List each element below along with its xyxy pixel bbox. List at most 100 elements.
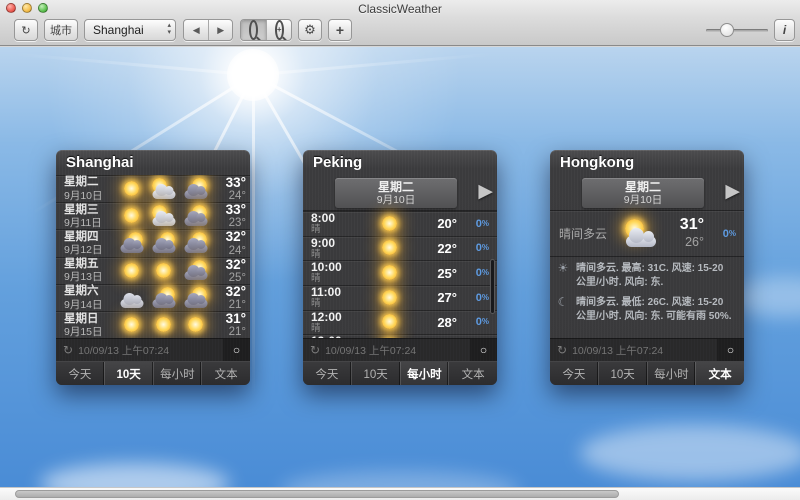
precip-chance: 0% [457,316,491,328]
temp: 28° [421,315,457,330]
temp: 20° [421,216,457,231]
day-label: 星期六9月14日 [64,285,114,310]
titlebar[interactable]: ClassicWeather [0,0,800,16]
daily-forecast-row[interactable]: 星期四9月12日32°24°0% [56,229,250,256]
tab-10天[interactable]: 10天 [598,362,647,385]
tab-文本[interactable]: 文本 [448,362,497,385]
back-icon: ◀ [193,20,200,40]
condition: 晴 [311,324,359,334]
weekday: 星期五 [64,258,114,271]
tab-文本[interactable]: 文本 [201,362,250,385]
high-temp: 31° [214,312,246,326]
vertical-scrollbar-thumb[interactable] [490,259,495,314]
partly-cloudy-icon [618,219,664,249]
tab-今天[interactable]: 今天 [56,362,104,385]
suncloud-dark-icon [180,205,212,228]
day-label: 星期三9月11日 [64,204,114,229]
suncloud-icon [148,178,180,201]
refresh-icon[interactable]: ↻ [557,343,567,357]
time: 9:00 [311,237,359,250]
last-updated: 10/09/13 上午07:24 [325,343,416,358]
horizontal-scrollbar-thumb[interactable] [15,490,619,498]
high-temp: 32° [214,285,246,299]
precip-chance: 40% [246,210,250,222]
day-selector-box[interactable]: 星期二 9月10日 [335,178,457,208]
daily-icons [114,259,214,282]
sun-icon [116,178,148,201]
zoom-out-button[interactable] [241,20,266,40]
tab-每小时[interactable]: 每小时 [647,362,696,385]
sun-icon [374,286,406,309]
tab-文本[interactable]: 文本 [695,362,744,385]
day-selector-box[interactable]: 星期二 9月10日 [582,178,704,208]
forward-icon: ▶ [217,20,224,40]
weather-panel-peking[interactable]: Peking 星期二 9月10日 ▶ 8:00晴20°0%9:00晴22°0%1… [303,150,497,385]
tab-今天[interactable]: 今天 [303,362,351,385]
zoom-in-button[interactable]: + [266,20,291,40]
tab-10天[interactable]: 10天 [104,362,153,385]
daily-icons [114,178,214,201]
weather-panel-shanghai[interactable]: Shanghai 星期二9月10日33°24°50%星期三9月11日 33°23°… [56,150,250,385]
hourly-forecast-row[interactable]: 8:00晴20°0% [303,211,497,236]
horizontal-scrollbar[interactable] [0,487,800,500]
back-button[interactable]: ◀ [184,20,208,40]
cloud [40,463,230,487]
locate-button[interactable]: ○ [717,339,744,361]
refresh-button[interactable]: ↻ [14,19,38,41]
sun-icon [374,262,406,285]
forward-button[interactable]: ▶ [208,20,232,40]
tab-10天[interactable]: 10天 [351,362,400,385]
daily-forecast-row[interactable]: 星期日9月15日31°21°0% [56,311,250,338]
low-temp: 21° [214,326,246,338]
hourly-forecast-row[interactable]: 10:00晴25°0% [303,260,497,285]
city-button[interactable]: 城市 [44,19,78,41]
time-label: 10:00晴 [311,261,359,285]
city-select[interactable]: Shanghai ▴▾ [84,19,176,41]
next-day-icon[interactable]: ▶ [478,180,493,203]
daily-forecast-row[interactable]: 星期三9月11日 33°23°40% [56,202,250,229]
view-tabs: 今天10天每小时文本 [303,361,497,385]
refresh-icon[interactable]: ↻ [310,343,320,357]
popup-arrows-icon: ▴▾ [167,22,171,36]
daily-forecast-row[interactable]: 星期二9月10日33°24°50% [56,175,250,202]
toolbar: ↻ 城市 Shanghai ▴▾ ◀ ▶ + ⚙ + [0,16,800,46]
date: 9月11日 [64,217,114,229]
tab-今天[interactable]: 今天 [550,362,598,385]
sun-icon: ☀ [556,262,570,289]
precip-chance: 50% [246,183,250,195]
opacity-slider[interactable] [706,29,768,32]
tab-每小时[interactable]: 每小时 [153,362,202,385]
hourly-forecast-row[interactable]: 12:00晴28°0% [303,310,497,335]
hourly-forecast-row[interactable]: 9:00晴22°0% [303,236,497,261]
settings-button[interactable]: ⚙ [298,19,322,41]
precip-chance: 0% [246,319,250,331]
slider-knob[interactable] [720,23,734,37]
tab-每小时[interactable]: 每小时 [400,362,449,385]
add-city-button[interactable]: + [328,19,352,41]
sun-icon [374,237,406,260]
status-bar: ↻ 10/09/13 上午07:24 ○ [56,338,250,361]
time-label: 9:00晴 [311,237,359,261]
panel-title: Shanghai [56,150,250,175]
cloud-icon [116,287,148,310]
date: 9月12日 [64,244,114,256]
condition-text: 晴间多云 [559,225,618,242]
next-day-icon[interactable]: ▶ [725,180,740,203]
suncloud-dark-icon [148,287,180,310]
info-button[interactable]: i [774,19,795,41]
hourly-icon [359,311,421,334]
refresh-icon[interactable]: ↻ [63,343,73,357]
daily-forecast-row[interactable]: 星期五9月13日32°25°40% [56,257,250,284]
temps: 33°23° [214,203,246,229]
current-low: 26° [685,235,704,249]
weather-panel-hongkong[interactable]: Hongkong 星期二 9月10日 ▶ 晴间多云 31° 26° [550,150,744,385]
low-temp: 24° [214,190,246,202]
hourly-forecast-row[interactable]: 11:00晴27°0% [303,285,497,310]
suncloud-dark-icon [180,287,212,310]
locate-button[interactable]: ○ [223,339,250,361]
window-title: ClassicWeather [0,2,800,16]
locate-button[interactable]: ○ [470,339,497,361]
weekday: 星期二 [64,176,114,189]
daily-forecast-row[interactable]: 星期六9月14日32°21°50% [56,284,250,311]
plus-icon: + [336,22,344,38]
